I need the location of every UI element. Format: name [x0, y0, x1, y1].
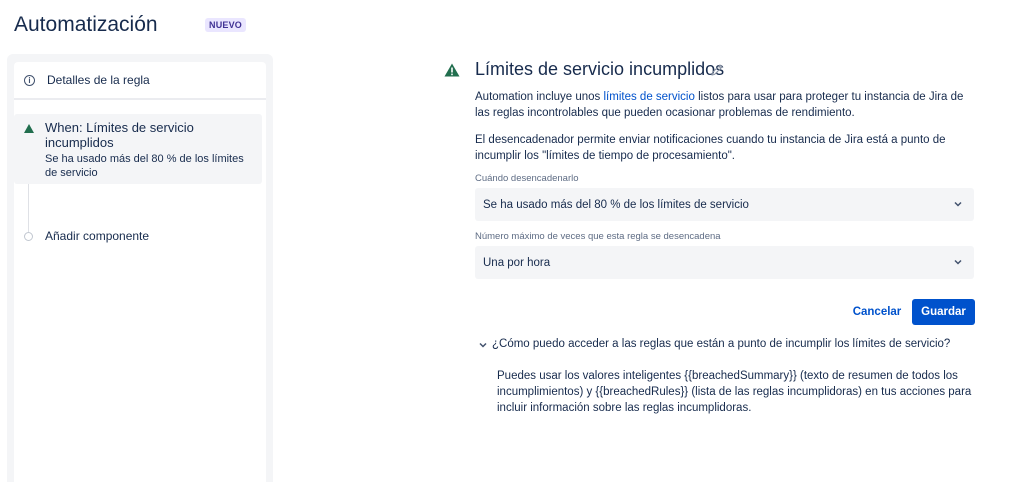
trigger-heading: Límites de servicio incumplidos	[475, 59, 725, 79]
timeline-connector	[28, 184, 29, 232]
when-trigger-label: Cuándo desencadenarlo	[475, 173, 579, 184]
trigger-item[interactable]: When: Límites de servicio incumplidos Se…	[14, 114, 262, 184]
when-trigger-value: Se ha usado más del 80 % de los límites …	[483, 198, 749, 211]
chevron-down-icon	[954, 201, 962, 207]
max-triggers-label: Número máximo de veces que esta regla se…	[475, 231, 721, 242]
cancel-button[interactable]: Cancelar	[848, 299, 906, 325]
warning-triangle-icon	[24, 124, 34, 133]
description-paragraph: Automation incluye unos límites de servi…	[475, 89, 980, 121]
warning-triangle-icon	[444, 63, 460, 77]
rule-details-label: Detalles de la regla	[47, 73, 150, 87]
rule-outline: i Detalles de la regla When: Límites de …	[14, 62, 266, 482]
add-component-button[interactable]: Añadir componente	[45, 229, 149, 243]
chevron-down-icon	[954, 259, 962, 265]
save-button[interactable]: Guardar	[912, 299, 975, 325]
automation-page: Automatización NUEVO i Detalles de la re…	[0, 0, 1024, 482]
faq-toggle[interactable]: ¿Cómo puedo acceder a las reglas que est…	[492, 338, 950, 350]
max-triggers-value: Una por hora	[483, 256, 551, 269]
max-triggers-select[interactable]: Una por hora	[475, 246, 974, 279]
new-badge: NUEVO	[205, 18, 247, 32]
page-title: Automatización	[14, 13, 158, 36]
description-text: Automation incluye unos	[475, 91, 604, 103]
chevron-down-icon[interactable]	[479, 341, 487, 349]
trigger-subtitle: Se ha usado más del 80 % de los límites …	[45, 153, 244, 179]
rule-details-item[interactable]: i Detalles de la regla	[14, 62, 266, 100]
rule-sidebar: i Detalles de la regla When: Límites de …	[7, 54, 273, 482]
pencil-icon[interactable]	[709, 62, 725, 78]
when-trigger-select[interactable]: Se ha usado más del 80 % de los límites …	[475, 188, 974, 221]
info-icon: i	[24, 74, 35, 86]
trigger-title: When: Límites de servicio incumplidos	[45, 120, 194, 150]
add-component-dot-icon	[24, 232, 33, 241]
faq-answer: Puedes usar los valores inteligentes {{b…	[497, 370, 972, 414]
service-limits-link[interactable]: límites de servicio	[604, 91, 695, 103]
trigger-info-paragraph: El desencadenador permite enviar notific…	[475, 134, 946, 162]
